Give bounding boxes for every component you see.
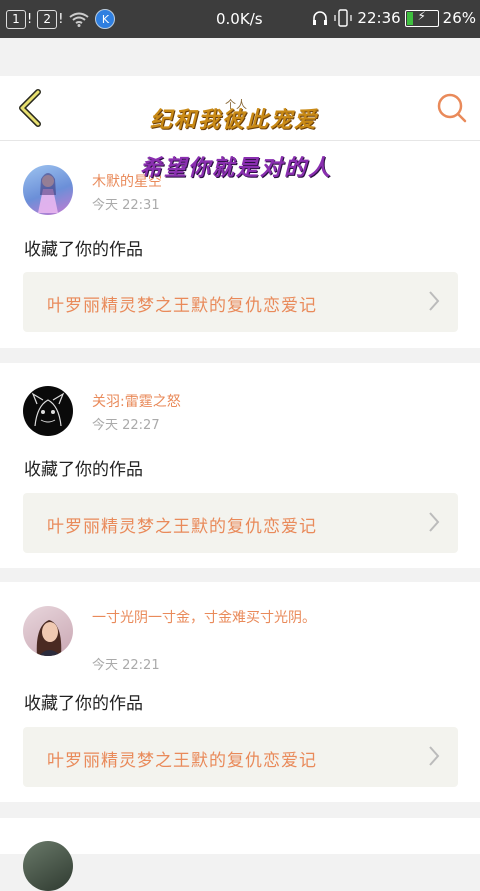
chevron-right-icon — [429, 291, 440, 311]
avatar[interactable] — [23, 841, 73, 891]
action-text: 收藏了你的作品 — [24, 240, 143, 260]
action-text: 收藏了你的作品 — [24, 694, 143, 714]
search-icon[interactable] — [436, 92, 468, 124]
work-link[interactable]: 叶罗丽精灵梦之王默的复仇恋爱记 — [23, 272, 458, 332]
action-text: 收藏了你的作品 — [24, 460, 143, 480]
charging-icon: ⚡ — [417, 8, 426, 23]
avatar-portrait-icon — [36, 620, 62, 656]
avatar-character-icon — [31, 392, 65, 427]
feed-card — [0, 818, 480, 891]
headphone-icon — [313, 11, 328, 25]
wifi-icon — [69, 12, 90, 27]
feed-card: 一寸光阴一寸金，寸金难买寸光阴。 今天 22:21 收藏了你的作品 叶罗丽精灵梦… — [0, 582, 480, 802]
work-link[interactable]: 叶罗丽精灵梦之王默的复仇恋爱记 — [23, 727, 458, 787]
overlay-banner-line2: 希望你就是对的人 — [140, 156, 333, 181]
net-speed: 0.0K/s — [216, 10, 263, 28]
avatar[interactable] — [23, 386, 73, 436]
work-title: 叶罗丽精灵梦之王默的复仇恋爱记 — [47, 296, 317, 316]
sim1-icon: 1 — [6, 9, 26, 29]
sim2-alert-icon: ! — [58, 11, 64, 27]
feed-card: 关羽:雷霆之怒 今天 22:27 收藏了你的作品 叶罗丽精灵梦之王默的复仇恋爱记 — [0, 363, 480, 568]
work-title: 叶罗丽精灵梦之王默的复仇恋爱记 — [47, 517, 317, 537]
avatar[interactable] — [23, 606, 73, 656]
clock: 22:36 — [357, 9, 401, 27]
status-bar: 1! 2! K 0.0K/s 22:36 ⚡ 26% — [0, 0, 480, 38]
back-icon[interactable] — [14, 88, 46, 128]
post-time: 今天 22:21 — [92, 658, 160, 673]
sim2-icon: 2 — [37, 9, 58, 29]
battery-percent: 26% — [442, 9, 476, 27]
username[interactable]: 关羽:雷霆之怒 — [92, 391, 322, 413]
work-title: 叶罗丽精灵梦之王默的复仇恋爱记 — [47, 751, 317, 771]
battery-icon: ⚡ — [404, 8, 439, 27]
overlay-banner-line1: 纪和我彼此宠爱 — [150, 108, 319, 133]
chevron-right-icon — [429, 512, 440, 532]
avatar[interactable] — [23, 165, 73, 215]
avatar-figure-icon — [38, 173, 58, 213]
vibrate-icon — [334, 9, 353, 27]
username[interactable]: 一寸光阴一寸金，寸金难买寸光阴。 — [92, 607, 322, 629]
chevron-right-icon — [429, 746, 440, 766]
post-time: 今天 22:27 — [92, 418, 160, 433]
k-app-icon: K — [95, 9, 116, 29]
sim1-alert-icon: ! — [27, 11, 33, 27]
post-time: 今天 22:31 — [92, 198, 160, 213]
work-link[interactable]: 叶罗丽精灵梦之王默的复仇恋爱记 — [23, 493, 458, 553]
